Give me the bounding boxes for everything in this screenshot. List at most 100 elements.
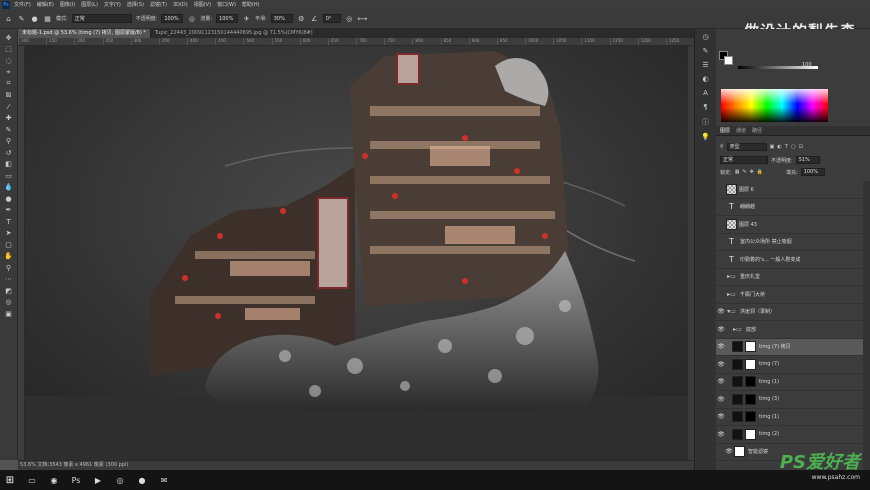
filter-mask-thumbnail[interactable] (734, 446, 745, 458)
eyedropper-tool-icon[interactable]: ⁄ (3, 101, 15, 113)
folder-icon[interactable]: ▸▭ (726, 291, 737, 298)
symmetry-icon[interactable]: ⟷ (357, 14, 367, 23)
shape-tool-icon[interactable]: ▢ (3, 239, 15, 251)
brush-panel-icon[interactable]: ▦ (43, 14, 52, 23)
layer-opacity-input[interactable]: 51% (795, 156, 820, 164)
layer-row[interactable]: 👁 timg (1) (716, 374, 863, 391)
brush-preset-icon[interactable]: ✎ (17, 14, 26, 23)
brush-tool-icon[interactable]: ✎ (3, 124, 15, 136)
layer-row-selected[interactable]: 👁 timg (7) 拷贝 (716, 338, 863, 356)
menu-edit[interactable]: 编辑(E) (37, 1, 54, 8)
fill-input[interactable]: 100% (800, 168, 825, 176)
folder-icon[interactable]: ▸▭ (726, 273, 737, 280)
layer-row[interactable]: 图层 6 (716, 181, 863, 199)
layer-row[interactable]: 👁 timg (7) (716, 356, 863, 374)
zoom-tool-icon[interactable]: ⚲ (3, 262, 15, 274)
stamp-tool-icon[interactable]: ⚲ (3, 136, 15, 148)
lasso-tool-icon[interactable]: ◌ (3, 55, 15, 67)
eye-icon[interactable]: 👁 (716, 396, 726, 403)
flow-input[interactable]: 100% (216, 14, 239, 23)
eye-icon[interactable]: 👁 (716, 326, 726, 333)
lock-move-icon[interactable]: ✥ (750, 169, 754, 175)
layer-row[interactable]: T 印勤着的's... 一般人剧变成 (716, 251, 863, 269)
tab-tupic[interactable]: Tupic_22443_20091123150144440695.jpg @ 7… (151, 29, 318, 38)
background-color-swatch[interactable] (724, 56, 733, 65)
blend-mode-select[interactable]: 正常 (720, 156, 768, 164)
layer-row[interactable]: T 翩翩越 (716, 199, 863, 216)
layer-row[interactable]: 图层 43 (716, 216, 863, 234)
dodge-tool-icon[interactable]: ● (3, 193, 15, 205)
windows-start-icon[interactable]: ⊞ (4, 474, 16, 486)
eye-icon[interactable]: 👁 (724, 448, 734, 455)
layer-row[interactable]: ▸▭ 重庆礼堂 (716, 269, 863, 286)
type-tool-icon[interactable]: T (3, 216, 15, 228)
menu-view[interactable]: 视图(V) (194, 1, 211, 8)
healing-tool-icon[interactable]: ✚ (3, 113, 15, 125)
filter-shape-icon[interactable]: ▢ (791, 144, 796, 150)
document-canvas[interactable] (25, 46, 688, 460)
layer-row[interactable]: ▸▭ 千厮门大桥 (716, 286, 863, 304)
filter-smart-icon[interactable]: ⊡ (799, 144, 803, 150)
quick-mask-icon[interactable]: ◎ (3, 297, 15, 309)
quick-select-tool-icon[interactable]: ⌖ (3, 67, 15, 79)
angle-input[interactable]: 0° (322, 14, 341, 23)
layer-mask-thumbnail[interactable] (745, 376, 756, 388)
layer-row[interactable]: 👁 timg (3) (716, 391, 863, 409)
layer-row[interactable]: 👁 timg (2) (716, 426, 863, 444)
smooth-settings-icon[interactable]: ⚙ (297, 14, 306, 23)
adjustments-panel-icon[interactable]: ◐ (702, 75, 708, 83)
menu-help[interactable]: 帮助(H) (242, 1, 260, 8)
menu-layer[interactable]: 图层(L) (81, 1, 98, 8)
crop-tool-icon[interactable]: ⌗ (3, 78, 15, 90)
recorder-icon[interactable]: ● (136, 474, 148, 486)
character-panel-icon[interactable]: A (703, 89, 708, 97)
color-spectrum[interactable] (721, 89, 828, 122)
menu-3d[interactable]: 3D(D) (173, 2, 188, 8)
tab-untitled-1[interactable]: 未标题-1.psd @ 53.6% (timg (7) 拷贝, 图层蒙版/8) … (18, 29, 151, 38)
airbrush-icon[interactable]: ✈ (242, 14, 251, 23)
history-brush-tool-icon[interactable]: ↺ (3, 147, 15, 159)
layer-filter-select[interactable]: 类型 (726, 143, 767, 151)
move-tool-icon[interactable]: ✥ (3, 32, 15, 44)
info-panel-icon[interactable]: ⓘ (702, 117, 709, 127)
brush-size-icon[interactable]: ● (30, 14, 39, 23)
wechat-icon[interactable]: ✉ (158, 474, 170, 486)
menu-image[interactable]: 图像(I) (60, 1, 75, 8)
marquee-tool-icon[interactable]: ⬚ (3, 44, 15, 56)
menu-select[interactable]: 选择(S) (127, 1, 144, 8)
brush-settings-icon[interactable]: ✎ (703, 47, 709, 55)
media-player-icon[interactable]: ▶ (92, 474, 104, 486)
mode-select[interactable]: 正常 (71, 14, 132, 23)
layer-mask-thumbnail[interactable] (745, 428, 756, 440)
eye-icon[interactable]: 👁 (716, 378, 726, 385)
eye-icon[interactable]: 👁 (716, 361, 726, 368)
menu-type[interactable]: 文字(Y) (104, 1, 121, 8)
hand-tool-icon[interactable]: ✋ (3, 251, 15, 263)
lock-paint-icon[interactable]: ✎ (742, 169, 746, 175)
layer-row[interactable]: 👁 ▸▭ 底部 (716, 321, 863, 339)
folder-open-icon[interactable]: ▾▭ (726, 308, 737, 315)
eraser-tool-icon[interactable]: ◧ (3, 159, 15, 171)
eye-icon[interactable]: 👁 (716, 413, 726, 420)
tab-channels[interactable]: 通道 (736, 127, 746, 134)
pen-tool-icon[interactable]: ✒ (3, 205, 15, 217)
lock-all-icon[interactable]: 🔒 (757, 169, 763, 175)
screen-mode-icon[interactable]: ▣ (3, 308, 15, 320)
pressure-size-icon[interactable]: ◎ (345, 14, 354, 23)
frame-tool-icon[interactable]: ⊠ (3, 90, 15, 102)
tab-paths[interactable]: 路径 (752, 127, 762, 134)
layer-row[interactable]: 👁 timg (1) (716, 409, 863, 426)
layer-mask-thumbnail[interactable] (745, 411, 756, 423)
opacity-input[interactable]: 100% (161, 14, 184, 23)
filter-pixel-icon[interactable]: ▣ (770, 144, 775, 150)
filter-adjust-icon[interactable]: ◐ (777, 144, 781, 150)
layer-row[interactable]: T 室内公众场所 禁止吸烟 (716, 234, 863, 251)
tab-layers[interactable]: 图层 (720, 127, 730, 134)
more-tools-icon[interactable]: ⋯ (3, 274, 15, 286)
file-explorer-icon[interactable]: ▭ (26, 474, 38, 486)
eye-icon[interactable]: 👁 (716, 431, 726, 438)
layer-row[interactable]: 👁 ▾▭ 洪崖洞（录制） (716, 304, 863, 321)
learn-panel-icon[interactable]: 💡 (701, 133, 710, 141)
home-icon[interactable]: ⌂ (4, 14, 13, 23)
layer-mask-thumbnail[interactable] (745, 393, 756, 405)
